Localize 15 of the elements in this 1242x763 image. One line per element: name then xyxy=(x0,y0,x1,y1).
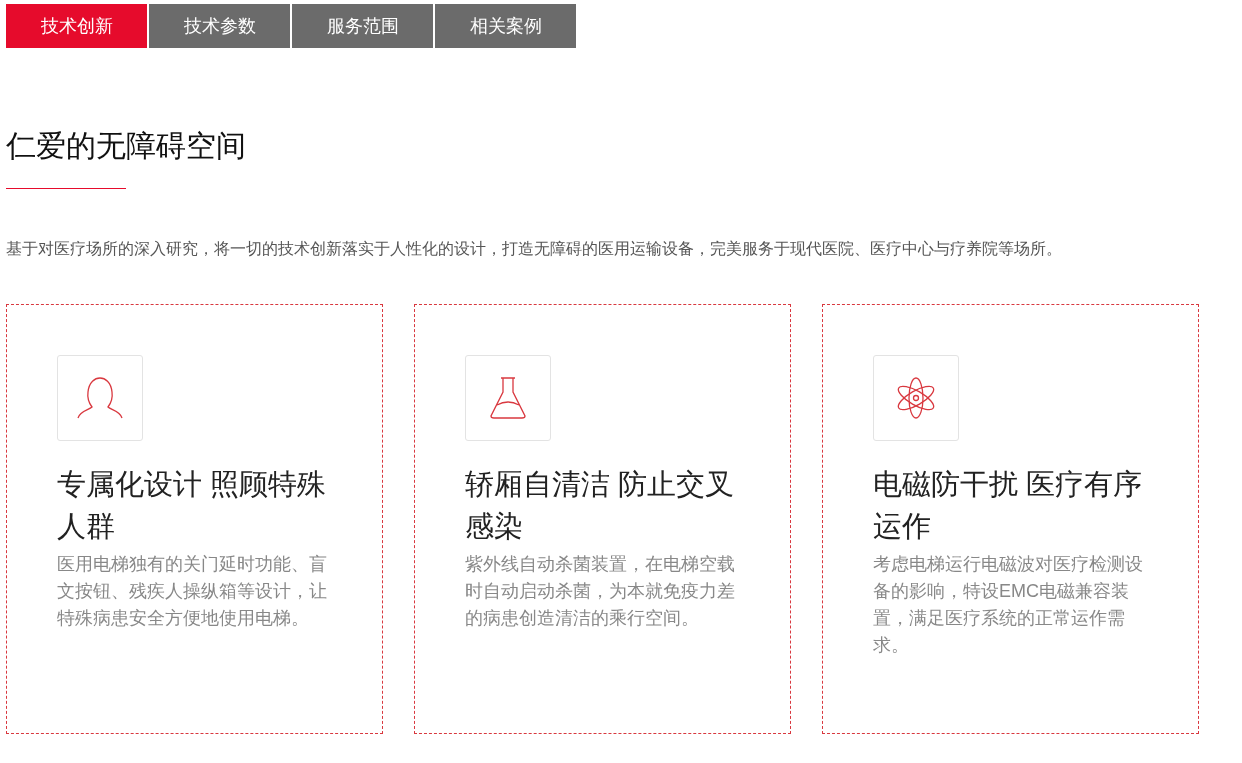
section-title: 仁爱的无障碍空间 xyxy=(6,128,247,164)
tab[interactable]: 技术创新 xyxy=(6,4,147,48)
card-title: 轿厢自清洁 防止交叉感染 xyxy=(465,467,736,544)
section-description: 基于对医疗场所的深入研究，将一切的技术创新落实于人性化的设计，打造无障碍的医用运输设备，完美服务于现代医院、医疗中心与疗养院等场所。 xyxy=(6,239,1063,259)
tab[interactable]: 服务范围 xyxy=(292,4,433,48)
card-title: 电磁防干扰 医疗有序运作 xyxy=(873,467,1144,544)
card-text: 医用电梯独有的关门延时功能、盲文按钮、残疾人操纵箱等设计，让特殊病患安全方便地使用电梯。 xyxy=(57,553,328,630)
atom-icon xyxy=(895,377,937,419)
tab[interactable]: 技术参数 xyxy=(149,4,290,48)
person-icon xyxy=(77,377,123,419)
tab[interactable]: 相关案例 xyxy=(435,4,576,48)
card-title: 专属化设计 照顾特殊人群 xyxy=(57,467,328,544)
card-text: 紫外线自动杀菌装置，在电梯空载时自动启动杀菌，为本就免疫力差的病患创造清洁的乘行空间。 xyxy=(465,553,736,630)
flask-icon xyxy=(490,377,526,419)
card-text: 考虑电梯运行电磁波对医疗检测设备的影响，特设EMC电磁兼容装置，满足医疗系统的正常运作需求。 xyxy=(873,553,1144,657)
